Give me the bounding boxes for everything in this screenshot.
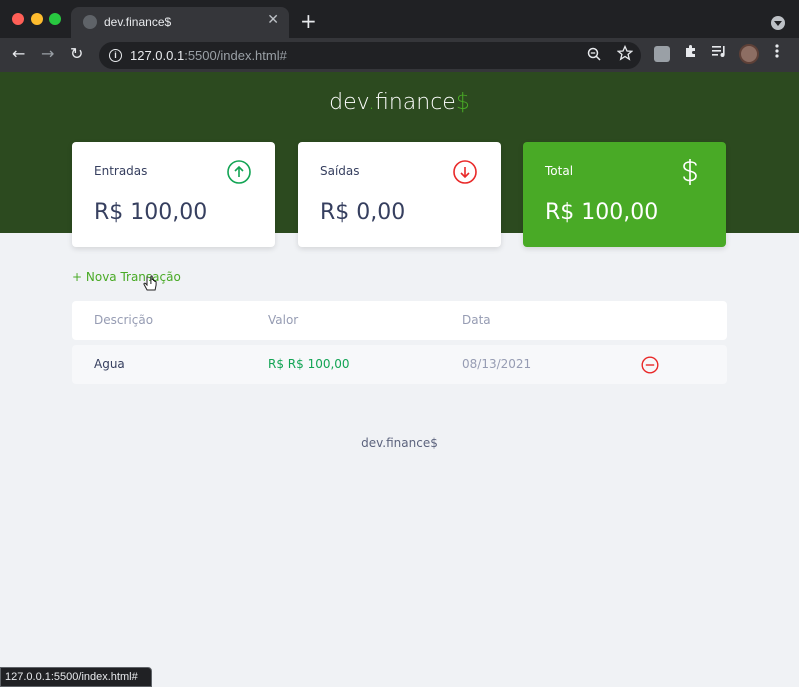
header-amount: Valor xyxy=(268,313,299,327)
more-menu-icon[interactable] xyxy=(775,43,779,63)
tab-search-icon[interactable] xyxy=(771,16,785,30)
url-path: :5500/index.html# xyxy=(184,48,287,63)
close-icon[interactable]: ✕ xyxy=(267,12,279,28)
expense-value: R$ 0,00 xyxy=(320,200,406,225)
logo-finance: finance xyxy=(374,90,456,115)
globe-icon xyxy=(83,15,97,29)
window-close-button[interactable] xyxy=(12,13,24,25)
window-minimize-button[interactable] xyxy=(31,13,43,25)
expense-arrow-down-icon xyxy=(453,160,477,184)
logo-dev: dev xyxy=(329,90,368,115)
bookmark-star-icon[interactable] xyxy=(616,44,634,65)
income-value: R$ 100,00 xyxy=(94,200,208,225)
dollar-icon xyxy=(678,159,702,185)
new-transaction-link[interactable]: + Nova Transação xyxy=(72,270,181,284)
extension-icon[interactable] xyxy=(654,46,670,62)
forward-arrow-icon[interactable]: → xyxy=(41,44,54,63)
new-tab-button[interactable]: + xyxy=(300,9,317,33)
header-description: Descrição xyxy=(94,313,154,327)
media-queue-icon[interactable] xyxy=(711,43,727,59)
browser-status-bar: 127.0.0.1:5500/index.html# xyxy=(0,667,152,687)
back-arrow-icon[interactable]: ← xyxy=(12,44,25,63)
app-logo: dev.finance$ xyxy=(0,90,799,115)
header-date: Data xyxy=(462,313,491,327)
page-footer: dev.finance$ xyxy=(361,436,438,450)
income-label: Entradas xyxy=(94,164,148,178)
table-row: Agua R$ R$ 100,00 08/13/2021 xyxy=(72,345,727,384)
puzzle-extensions-icon[interactable] xyxy=(683,43,699,59)
logo-dot: . xyxy=(367,90,375,115)
status-url: 127.0.0.1:5500/index.html# xyxy=(5,671,138,683)
row-date: 08/13/2021 xyxy=(462,357,532,371)
tab-title: dev.finance$ xyxy=(104,15,172,29)
total-label: Total xyxy=(545,164,574,178)
browser-tab[interactable]: dev.finance$ ✕ xyxy=(71,7,289,38)
url-text[interactable]: 127.0.0.1:5500/index.html# xyxy=(130,48,287,63)
transactions-table-header: Descrição Valor Data xyxy=(72,301,727,340)
expense-card: Saídas R$ 0,00 xyxy=(298,142,501,247)
url-host: 127.0.0.1 xyxy=(130,48,185,63)
hand-pointer-cursor-icon xyxy=(143,275,157,296)
logo-dollar: $ xyxy=(455,90,470,115)
info-icon[interactable]: i xyxy=(109,49,122,62)
address-bar[interactable]: i 127.0.0.1:5500/index.html# xyxy=(99,42,641,69)
browser-toolbar: ← → ↻ i 127.0.0.1:5500/index.html# xyxy=(0,38,799,72)
page: dev.finance$ Entradas R$ 100,00 Saídas R… xyxy=(0,72,799,687)
total-value: R$ 100,00 xyxy=(545,200,659,225)
income-arrow-up-icon xyxy=(227,160,251,184)
reload-icon[interactable]: ↻ xyxy=(70,44,83,63)
row-amount: R$ R$ 100,00 xyxy=(268,357,350,371)
browser-tab-bar: dev.finance$ ✕ + xyxy=(0,0,799,38)
income-card: Entradas R$ 100,00 xyxy=(72,142,275,247)
remove-transaction-icon[interactable] xyxy=(641,356,659,374)
row-description: Agua xyxy=(94,357,125,371)
total-card: Total R$ 100,00 xyxy=(523,142,726,247)
zoom-icon[interactable] xyxy=(587,47,601,65)
profile-avatar[interactable] xyxy=(739,44,759,64)
window-maximize-button[interactable] xyxy=(49,13,61,25)
expense-label: Saídas xyxy=(320,164,360,178)
